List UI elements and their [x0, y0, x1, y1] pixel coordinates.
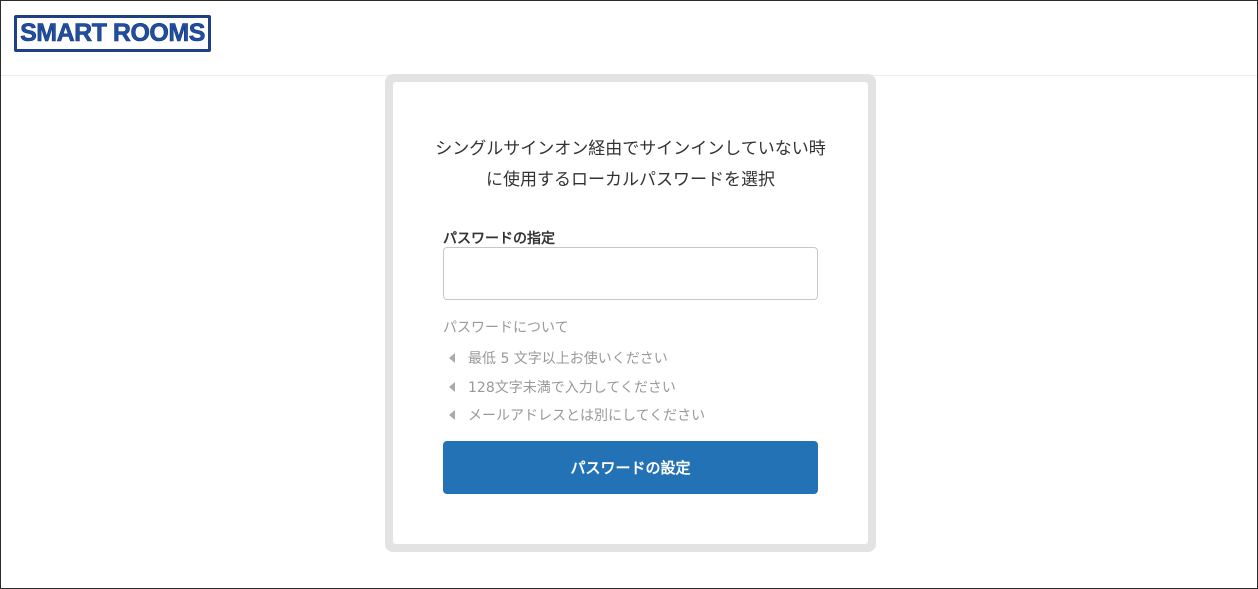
caret-left-icon	[449, 410, 455, 421]
rule-text: メールアドレスとは別にしてください	[468, 408, 706, 425]
rule-text: 128文字未満で入力してください	[468, 379, 676, 396]
list-item: メールアドレスとは別にしてください	[443, 401, 705, 430]
smartrooms-logo[interactable]: SMART ROOMS	[14, 15, 211, 52]
card-heading: シングルサインオン経由でサインインしていない時 に使用するローカルパスワードを選…	[413, 134, 848, 196]
card-border: シングルサインオン経由でサインインしていない時 に使用するローカルパスワードを選…	[385, 74, 876, 552]
password-rules-list: 最低 5 文字以上お使いください 128文字未満で入力してください メールアドレ…	[443, 344, 705, 430]
password-input[interactable]	[443, 247, 818, 300]
logo-text: SMART ROOMS	[20, 19, 206, 47]
caret-left-icon	[449, 381, 455, 392]
list-item: 最低 5 文字以上お使いください	[443, 344, 705, 373]
top-header: SMART ROOMS	[1, 1, 1257, 76]
password-card: シングルサインオン経由でサインインしていない時 に使用するローカルパスワードを選…	[393, 82, 868, 544]
list-item: 128文字未満で入力してください	[443, 373, 705, 402]
heading-line-2: に使用するローカルパスワードを選択	[486, 170, 775, 190]
logo-inner: SMART ROOMS	[17, 18, 208, 49]
set-password-button[interactable]: パスワードの設定	[443, 441, 818, 494]
password-rules-title: パスワードについて	[443, 320, 569, 336]
heading-line-1: シングルサインオン経由でサインインしていない時	[435, 139, 826, 159]
page-frame: SMART ROOMS シングルサインオン経由でサインインしていない時 に使用す…	[0, 0, 1258, 589]
password-field-label: パスワードの指定	[443, 231, 555, 247]
rule-text: 最低 5 文字以上お使いください	[468, 351, 668, 368]
caret-left-icon	[449, 353, 455, 364]
